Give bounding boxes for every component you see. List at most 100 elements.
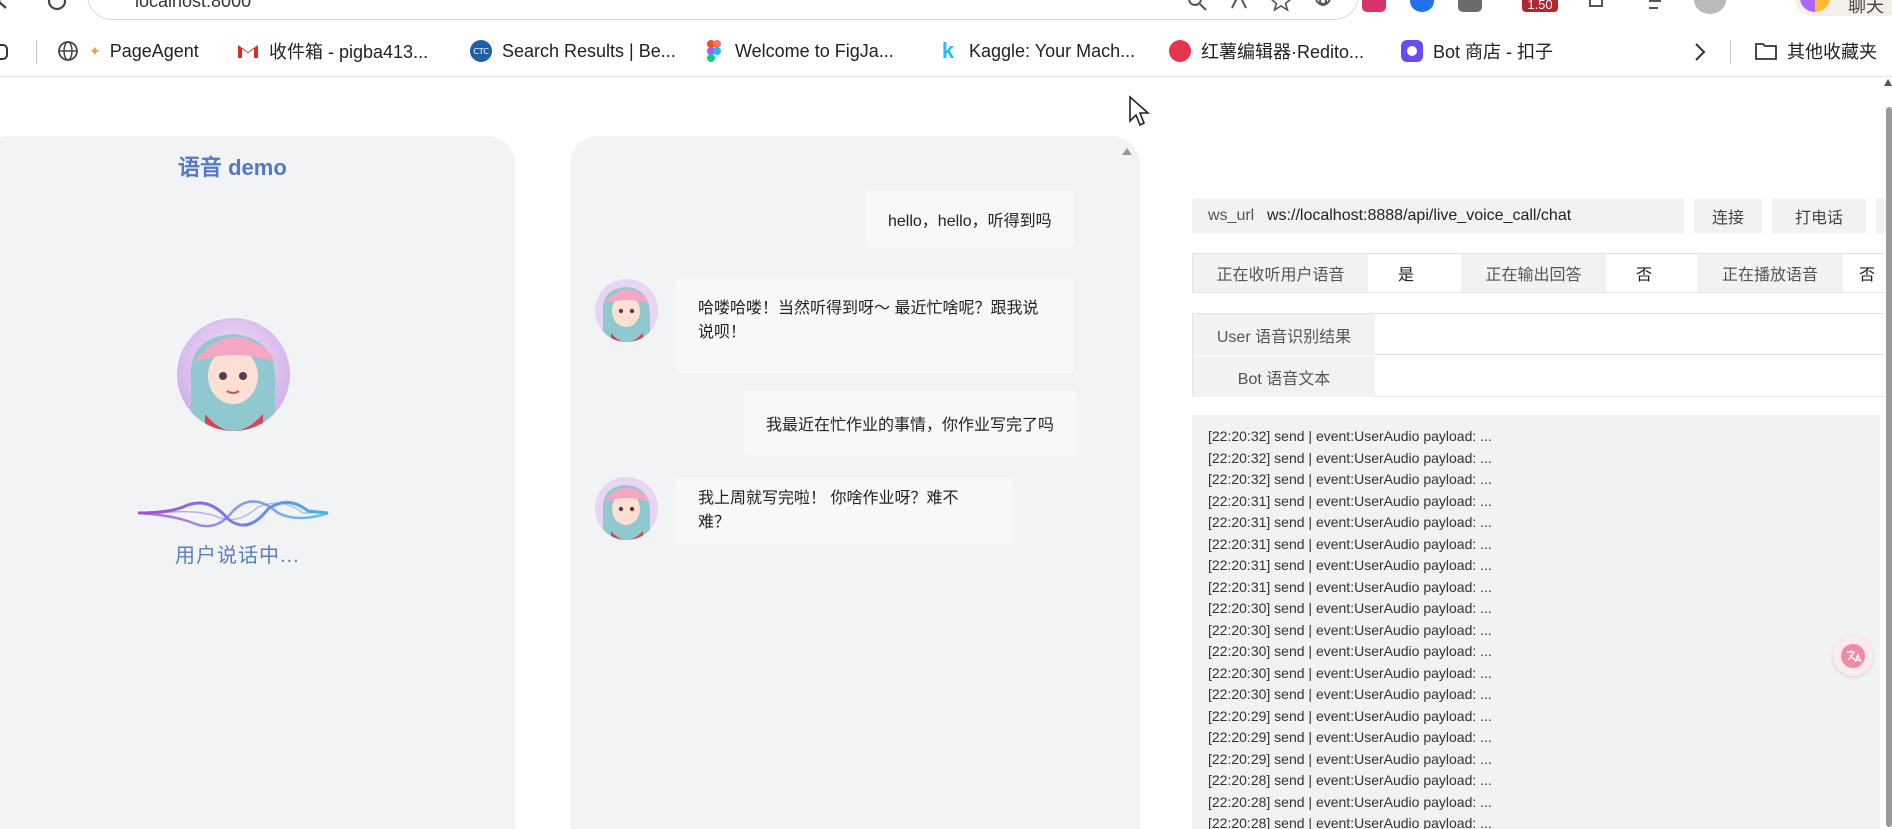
extension-blue-icon[interactable] [1410, 0, 1434, 12]
figma-icon [707, 40, 721, 62]
table-row: User 语音识别结果 [1193, 314, 1892, 355]
log-line: [22:20:31] send | event:UserAudio payloa… [1208, 514, 1492, 530]
bookmark-pageagent[interactable]: ✦ PageAgent [56, 36, 199, 66]
log-line: [22:20:28] send | event:UserAudio payloa… [1208, 793, 1492, 810]
folder-icon [1755, 43, 1777, 60]
bookmarks-bar: ✦ PageAgent 收件箱 - pigba413... CTC Search… [0, 26, 1892, 76]
gmail-icon [238, 45, 258, 58]
bookmark-search-results[interactable]: CTC Search Results | Be... [469, 36, 676, 66]
bookmark-separator [1730, 40, 1731, 64]
log-line: [22:20:30] send | event:UserAudio payloa… [1208, 621, 1492, 638]
bookmark-label: 收件箱 - pigba413... [269, 42, 429, 62]
outputting-value: 否 [1636, 267, 1653, 284]
other-bookmarks-label: 其他收藏夹 [1787, 42, 1877, 62]
address-text[interactable]: localhost:8000 [135, 0, 251, 12]
bookmark-reditor[interactable]: 红薯编辑器·Redito... [1168, 36, 1364, 66]
bot-message: 我上周就写完啦！ 你啥作业呀？难不难？ [676, 477, 1012, 544]
log-line: [22:20:30] send | event:UserAudio payloa… [1208, 686, 1492, 702]
receiving-value: 是 [1398, 267, 1415, 284]
user-asr-value [1375, 314, 1892, 355]
chevron-right-icon[interactable] [1692, 42, 1708, 62]
bot-message: 哈喽哈喽！当然听得到呀～ 最近忙啥呢？跟我说 说呗！ [676, 279, 1074, 373]
extension-gray-icon[interactable] [1458, 0, 1482, 12]
user-message: 我最近在忙作业的事情，你作业写完了吗 [744, 390, 1077, 456]
bookmark-kaggle[interactable]: k Kaggle: Your Mach... [936, 36, 1135, 66]
log-line: [22:20:30] send | event:UserAudio payloa… [1208, 600, 1492, 616]
bookmark-label: Kaggle: Your Mach... [969, 40, 1136, 61]
log-line: [22:20:32] send | event:UserAudio payloa… [1208, 471, 1492, 487]
ctc-icon: CTC [470, 40, 492, 62]
extension-badge[interactable]: 1.50 [1522, 0, 1558, 12]
scroll-up-arrow-icon[interactable] [1120, 144, 1134, 158]
bookmark-coze[interactable]: Bot 商店 - 扣子 [1400, 36, 1553, 66]
voice-waveform [138, 500, 328, 528]
table-row: Bot 语音文本 [1193, 356, 1892, 397]
status-table: 正在收听用户语音 是 正在输出回答 否 正在播放语音 否 [1192, 253, 1892, 293]
reload-icon[interactable] [44, 0, 70, 14]
bot-avatar [177, 318, 290, 431]
call-button[interactable]: 打电话 [1772, 198, 1866, 234]
address-bar[interactable] [87, 0, 1359, 20]
bookmark-separator [36, 40, 37, 64]
log-line: [22:20:31] send | event:UserAudio payloa… [1208, 578, 1492, 595]
profile-avatar[interactable] [1694, 0, 1726, 14]
bot-avatar [595, 477, 658, 540]
playing-label: 正在播放语音 [1697, 254, 1843, 292]
page-title: 语音 demo [178, 155, 287, 180]
mic-icon[interactable] [1312, 0, 1334, 12]
translate-icon [1841, 644, 1865, 668]
bot-avatar [595, 279, 658, 342]
log-line: [22:20:29] send | event:UserAudio payloa… [1208, 750, 1492, 767]
translate-button[interactable] [1833, 636, 1873, 676]
message-line: 说呗！ [698, 324, 747, 341]
apps-icon[interactable] [0, 42, 14, 62]
recognition-results-table: User 语音识别结果 Bot 语音文本 [1192, 313, 1892, 397]
message-text: 我最近在忙作业的事情，你作业写完了吗 [766, 417, 1055, 434]
sparkle-icon: ✦ [89, 42, 101, 59]
browser-toolbar: localhost:8000 1.50 聊天 [0, 0, 1892, 26]
log-line: [22:20:31] send | event:UserAudio payloa… [1208, 557, 1492, 573]
other-bookmarks-folder[interactable]: 其他收藏夹 [1754, 36, 1877, 66]
bookmark-figjam[interactable]: Welcome to FigJa... [702, 36, 894, 66]
log-line: [22:20:31] send | event:UserAudio payloa… [1208, 535, 1492, 552]
outputting-label: 正在输出回答 [1461, 254, 1606, 292]
log-line: [22:20:32] send | event:UserAudio payloa… [1208, 449, 1492, 466]
message-line: 我上周就写完啦！ 你啥作业呀？难不难？ [698, 489, 959, 531]
log-line: [22:20:29] send | event:UserAudio payloa… [1208, 707, 1492, 724]
event-log: [22:20:32] send | event:UserAudio payloa… [1192, 415, 1880, 829]
read-aloud-icon[interactable] [1228, 0, 1250, 12]
bot-text-value [1375, 356, 1892, 397]
user-asr-label: User 语音识别结果 [1193, 314, 1375, 355]
bookmark-label: PageAgent [109, 40, 199, 61]
bookmark-label: 红薯编辑器·Redito... [1201, 42, 1365, 62]
bot-text-label: Bot 语音文本 [1193, 356, 1375, 397]
log-line: [22:20:32] send | event:UserAudio payloa… [1208, 428, 1492, 444]
connect-button[interactable]: 连接 [1694, 198, 1762, 234]
side-panel-label: 聊天 [1848, 0, 1884, 16]
reading-list-icon[interactable] [1646, 0, 1670, 12]
back-arrow-icon[interactable] [0, 0, 16, 14]
message-line: 哈喽哈喽！当然听得到呀～ 最近忙啥呢？跟我说 [698, 300, 1039, 317]
mouse-cursor-icon [1129, 95, 1150, 127]
star-icon[interactable] [1270, 0, 1292, 12]
message-text: hello，hello，听得到吗 [888, 213, 1052, 230]
log-line: [22:20:28] send | event:UserAudio payloa… [1208, 815, 1492, 829]
bookmark-gmail[interactable]: 收件箱 - pigba413... [236, 36, 428, 66]
log-line: [22:20:30] send | event:UserAudio payloa… [1208, 643, 1492, 659]
user-message: hello，hello，听得到吗 [866, 190, 1074, 248]
coze-icon [1401, 40, 1423, 62]
ws-url-input[interactable]: ws://localhost:8888/api/live_voice_call/… [1267, 207, 1571, 225]
scroll-up-arrow-icon[interactable] [1884, 77, 1892, 87]
web-page: 语音 demo 用户说话中... hello，hello，听得到吗 哈喽哈喽！当… [0, 77, 1892, 829]
bookmark-label: Welcome to FigJa... [735, 40, 894, 61]
voice-demo-panel [0, 136, 515, 829]
kaggle-icon: k [941, 38, 955, 63]
globe-icon [58, 41, 78, 61]
svg-text:CTC: CTC [473, 47, 489, 56]
search-icon[interactable] [1186, 0, 1208, 12]
extension-ca-icon[interactable] [1362, 0, 1386, 12]
page-scrollbar-thumb[interactable] [1886, 107, 1892, 827]
reditor-icon [1169, 40, 1191, 62]
extensions-puzzle-icon[interactable] [1584, 0, 1608, 12]
log-line: [22:20:28] send | event:UserAudio payloa… [1208, 772, 1492, 788]
